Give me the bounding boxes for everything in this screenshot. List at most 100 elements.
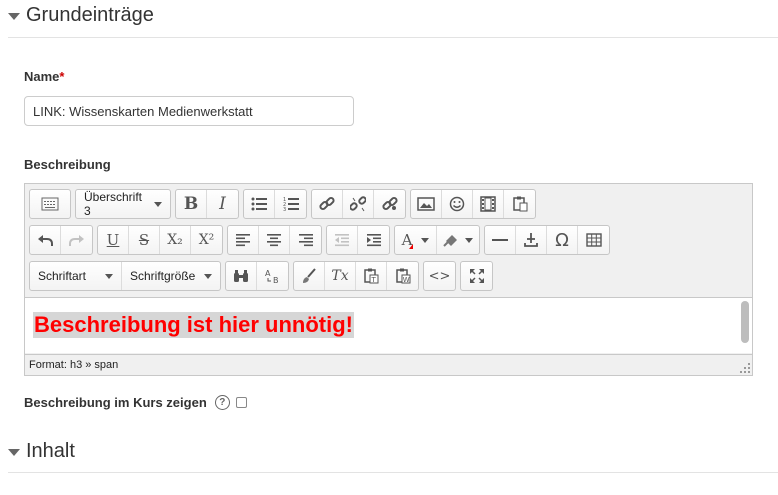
image-icon (417, 197, 435, 211)
description-editor: Überschrift 3 B I 123 U S X₂ X² A Ω Schr… (24, 183, 753, 376)
align-left-button[interactable] (228, 226, 259, 254)
bullet-list-button[interactable] (244, 190, 275, 218)
font-color-button[interactable]: A (395, 226, 437, 254)
editor-heading-text[interactable]: Beschreibung ist hier unnötig! (33, 312, 355, 338)
align-right-button[interactable] (290, 226, 321, 254)
paste-word-text-button[interactable]: W (387, 262, 418, 290)
undo-icon (38, 235, 53, 246)
special-character-button[interactable]: Ω (547, 226, 578, 254)
svg-text:W: W (402, 276, 409, 284)
show-description-row: Beschreibung im Kurs zeigen ? (24, 395, 247, 410)
bullet-list-icon (251, 197, 267, 211)
chevron-down-icon (105, 273, 113, 279)
toolbar-row-1: Überschrift 3 B I 123 (29, 189, 540, 219)
font-size-select[interactable]: Schriftgröße (122, 262, 220, 290)
font-color-icon: A (401, 231, 413, 249)
html-source-button[interactable]: <> (424, 262, 455, 290)
name-label: Name* (24, 69, 65, 84)
manage-files-button[interactable] (374, 190, 405, 218)
scrollbar-thumb[interactable] (741, 301, 749, 343)
anchor-icon (524, 233, 538, 247)
svg-text:A: A (265, 269, 271, 278)
table-icon (585, 233, 602, 247)
bold-button[interactable]: B (176, 190, 207, 218)
binoculars-icon (234, 270, 248, 282)
background-color-button[interactable] (437, 226, 479, 254)
redo-icon (68, 235, 84, 246)
indent-icon (366, 234, 381, 247)
font-family-select[interactable]: Schriftart (30, 262, 122, 290)
paste-word-button[interactable] (504, 190, 535, 218)
clipboard-icon (512, 196, 527, 212)
svg-text:3: 3 (283, 207, 286, 211)
toolbar-toggle-button[interactable] (30, 190, 70, 218)
editor-statusbar: Format: h3 » span (25, 354, 752, 375)
heading-select[interactable]: Überschrift 3 (76, 190, 170, 218)
paint-bucket-icon (443, 235, 457, 247)
outdent-button[interactable] (327, 226, 358, 254)
help-icon[interactable]: ? (214, 395, 230, 410)
align-center-button[interactable] (259, 226, 290, 254)
replace-button[interactable]: AB (257, 262, 288, 290)
numbered-list-button[interactable]: 123 (275, 190, 306, 218)
film-icon (480, 196, 496, 212)
svg-text:B: B (273, 276, 279, 284)
brush-icon (303, 268, 316, 283)
chevron-down-icon (204, 273, 212, 279)
emoticon-button[interactable] (442, 190, 473, 218)
chain-files-icon (381, 196, 398, 211)
media-button[interactable] (473, 190, 504, 218)
section-general-title: Grundeinträge (26, 4, 154, 26)
paste-text-icon: T (364, 268, 379, 284)
anchor-button[interactable] (516, 226, 547, 254)
element-path: Format: h3 » span (29, 359, 119, 371)
editor-scrollbar[interactable] (741, 301, 749, 351)
outdent-icon (335, 234, 349, 247)
strikethrough-button[interactable]: S (129, 226, 160, 254)
resize-handle-icon[interactable] (739, 362, 751, 374)
numbered-list-icon: 123 (283, 197, 299, 211)
redo-button[interactable] (61, 226, 92, 254)
clear-formatting-button[interactable]: Tx (325, 262, 356, 290)
section-divider (8, 472, 778, 473)
section-content-title: Inhalt (26, 440, 75, 462)
toolbar-row-2: U S X₂ X² A Ω (29, 225, 614, 255)
indent-button[interactable] (358, 226, 389, 254)
collapse-triangle-icon (8, 13, 20, 20)
underline-button[interactable]: U (98, 226, 129, 254)
italic-button[interactable]: I (207, 190, 238, 218)
chevron-down-icon (421, 237, 430, 243)
image-button[interactable] (411, 190, 442, 218)
paste-word-icon: W (395, 268, 410, 284)
unlink-button[interactable] (343, 190, 374, 218)
required-mark: * (59, 69, 65, 84)
section-general-header[interactable]: Grundeinträge (8, 4, 154, 27)
clean-format-button[interactable] (294, 262, 325, 290)
svg-text:T: T (371, 276, 377, 284)
show-description-checkbox[interactable] (235, 397, 247, 408)
find-button[interactable] (226, 262, 257, 290)
toolbar-row-3: Schriftart Schriftgröße AB Tx T W <> (29, 261, 497, 291)
paste-text-button[interactable]: T (356, 262, 387, 290)
horizontal-rule-button[interactable] (485, 226, 516, 254)
collapse-triangle-icon (8, 449, 20, 456)
fullscreen-icon (469, 269, 484, 283)
section-content-header[interactable]: Inhalt (8, 440, 75, 463)
section-divider (8, 37, 778, 38)
fullscreen-button[interactable] (461, 262, 492, 290)
undo-button[interactable] (30, 226, 61, 254)
show-description-label: Beschreibung im Kurs zeigen (24, 395, 207, 410)
smiley-icon (449, 196, 465, 212)
editor-content-area[interactable]: Beschreibung ist hier unnötig! (25, 297, 752, 353)
toolbar-toggle-icon (41, 197, 59, 211)
chevron-down-icon (154, 201, 162, 207)
link-button[interactable] (312, 190, 343, 218)
horizontal-rule-icon (492, 239, 508, 241)
name-input[interactable] (24, 96, 354, 126)
table-button[interactable] (578, 226, 609, 254)
align-center-icon (267, 234, 281, 247)
subscript-button[interactable]: X₂ (160, 226, 191, 254)
superscript-button[interactable]: X² (191, 226, 222, 254)
unlink-icon (350, 196, 366, 212)
link-icon (319, 196, 335, 211)
